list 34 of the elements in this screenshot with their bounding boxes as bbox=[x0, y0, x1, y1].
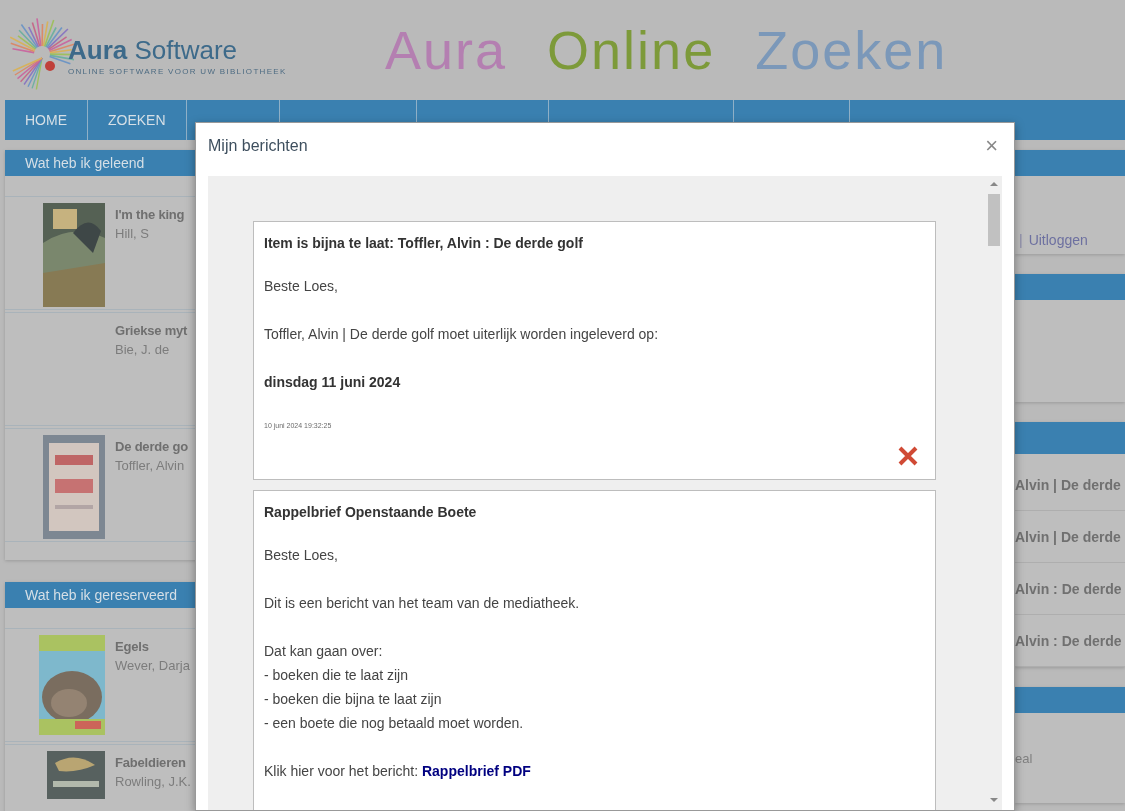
book-title[interactable]: Fabeldieren bbox=[115, 755, 191, 770]
book-author: Rowling, J.K. bbox=[115, 774, 191, 789]
message-text: Beste Loes, bbox=[264, 546, 339, 564]
nav-item[interactable]: ZOEKEN bbox=[88, 100, 187, 140]
note-text: eal bbox=[1015, 750, 1033, 766]
book-author: Bie, J. de bbox=[115, 342, 171, 357]
logout-link[interactable]: Uitloggen bbox=[1028, 232, 1088, 248]
message-text: Dat kan gaan over: bbox=[264, 642, 384, 660]
book-title[interactable]: Griekse myt bbox=[115, 323, 188, 338]
message-title: Rappelbrief Openstaande Boete bbox=[264, 503, 478, 521]
message-text: - boeken die bijna te laat zijn bbox=[264, 690, 443, 708]
logo-name: Aura Software bbox=[68, 34, 239, 66]
delete-icon[interactable] bbox=[897, 445, 919, 467]
banner-word: Zoeken bbox=[755, 19, 948, 81]
banner-word: Aura bbox=[385, 19, 508, 81]
book-title[interactable]: De derde go bbox=[115, 439, 188, 454]
banner-word: Online bbox=[547, 19, 716, 81]
message-text: - boeken die te laat zijn bbox=[264, 666, 409, 684]
message-title: Item is bijna te laat: Toffler, Alvin : De derde golf bbox=[264, 234, 584, 252]
message-text: Beste Loes, bbox=[264, 277, 339, 295]
message-text: Klik hier voor het bericht: bbox=[264, 763, 420, 779]
book-title[interactable]: Egels bbox=[115, 639, 190, 654]
logo-tagline: ONLINE SOFTWARE VOOR UW BIBLIOTHEEK bbox=[68, 66, 287, 76]
pdf-link[interactable]: Rappelbrief PDF bbox=[421, 763, 531, 779]
book-author: Toffler, Alvin bbox=[115, 458, 186, 473]
book-title[interactable]: I'm the king bbox=[115, 207, 185, 222]
book-author: Wever, Darja bbox=[115, 658, 190, 673]
close-button[interactable]: × bbox=[981, 135, 1002, 157]
nav-item[interactable]: HOME bbox=[5, 100, 88, 140]
book-author: Hill, S bbox=[115, 226, 150, 241]
due-date: dinsdag 11 juni 2024 bbox=[264, 373, 402, 391]
message-text: - een boete die nog betaald moet worden. bbox=[264, 714, 525, 732]
separator: | bbox=[1018, 232, 1023, 248]
message-text: Toffler, Alvin | De derde golf moet uiterlijk worden ingeleverd op: bbox=[264, 325, 660, 343]
